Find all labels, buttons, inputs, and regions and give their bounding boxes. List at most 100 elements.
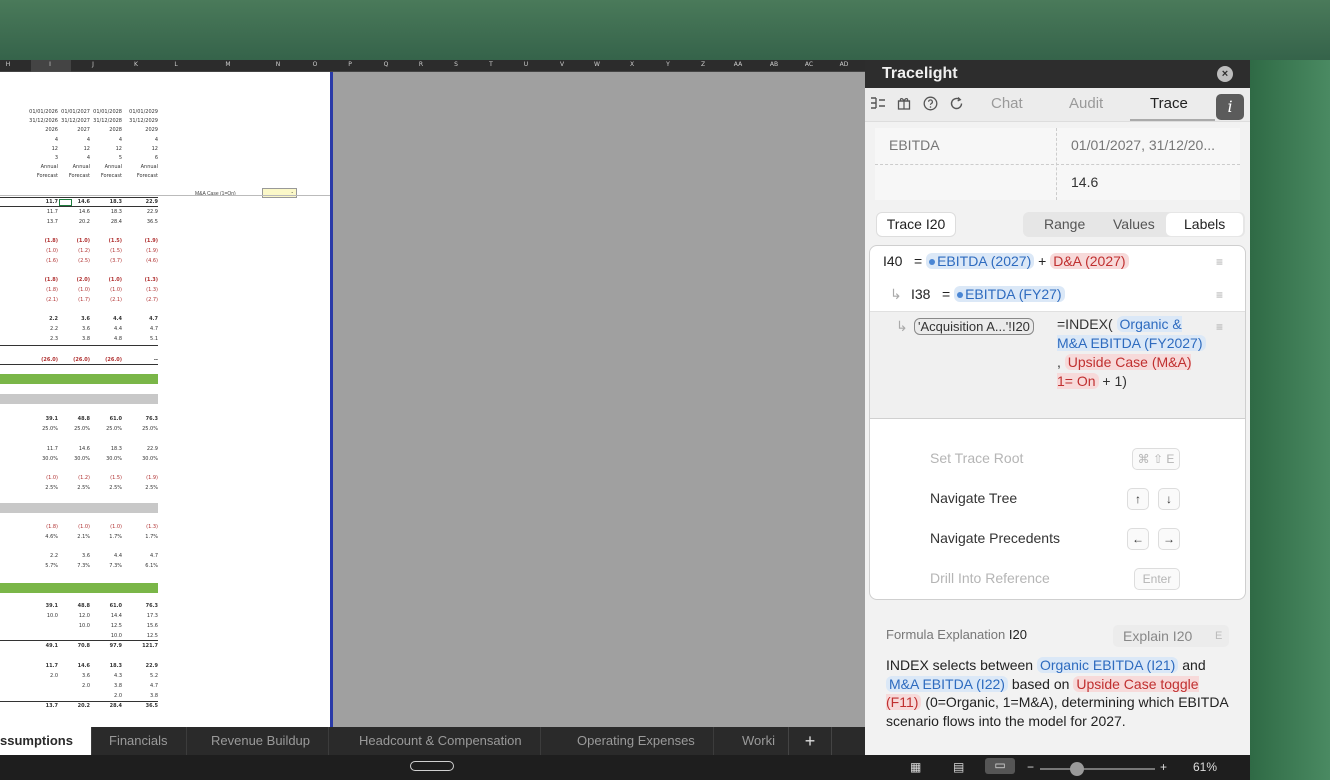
sheet-cell[interactable]: (1.0) [84, 277, 122, 283]
sheet-cell[interactable]: 36.5 [120, 703, 158, 709]
sheet-cell[interactable]: -- [120, 357, 158, 363]
sheet-cell[interactable]: (4.6) [120, 258, 158, 264]
gift-icon[interactable] [896, 96, 912, 112]
sheet-cell[interactable]: 12 [120, 146, 158, 152]
mode-labels[interactable]: Labels [1184, 216, 1225, 232]
sheet-cell[interactable]: 25.0% [120, 426, 158, 432]
sheet-cell[interactable]: 4.4 [84, 316, 122, 322]
page-view-icon[interactable]: ▤ [953, 760, 964, 774]
sheet-cell[interactable]: 01/01/2029 [120, 109, 158, 115]
tab-assumptions[interactable]: ssumptions [0, 727, 92, 755]
tab-trace[interactable]: Trace [1150, 95, 1188, 112]
mode-values[interactable]: Values [1113, 216, 1155, 232]
sheet-cell[interactable]: 31/12/2029 [120, 118, 158, 124]
spreadsheet-canvas[interactable]: H I J K L M N O P Q R S T U V W X Y Z AA AB AC AD M&A Case (1=… [0, 60, 865, 755]
sheet-cell[interactable]: 121.7 [120, 643, 158, 649]
column-header-aa[interactable]: AA [730, 61, 746, 68]
tab-operating-expenses[interactable]: Operating Expenses [559, 727, 714, 755]
column-header-i[interactable]: I [42, 61, 58, 68]
scroll-handle[interactable] [410, 761, 454, 771]
sheet-cell[interactable]: Annual [84, 164, 122, 170]
sheet-cell[interactable]: 22.9 [120, 199, 158, 205]
sheet-cell[interactable]: 30.0% [120, 456, 158, 462]
column-header-s[interactable]: S [448, 61, 464, 68]
column-header-bar[interactable]: H I J K L M N O P Q R S T U V W X Y Z AA AB AC AD [0, 60, 865, 72]
ref-mna-ebitda[interactable]: M&A EBITDA (I22) [886, 675, 1008, 692]
sheet-cell[interactable]: 3.8 [84, 683, 122, 689]
tab-financials[interactable]: Financials [91, 727, 187, 755]
tab-audit[interactable]: Audit [1069, 95, 1103, 112]
sheet-cell[interactable]: 17.3 [120, 613, 158, 619]
mna-case-input[interactable]: - [262, 188, 297, 198]
sheet-cell[interactable]: 5.2 [120, 673, 158, 679]
sheet-cell[interactable]: (1.9) [120, 475, 158, 481]
layout-view-icon[interactable]: ▭ [985, 758, 1015, 774]
sheet-cell[interactable]: 12 [84, 146, 122, 152]
sheet-cell[interactable]: 4.8 [84, 336, 122, 342]
column-header-l[interactable]: L [168, 61, 184, 68]
zoom-level[interactable]: 61% [1193, 760, 1217, 774]
sheet-cell[interactable]: 3.8 [120, 693, 158, 699]
sheet-cell[interactable]: 36.5 [120, 219, 158, 225]
help-icon[interactable] [922, 96, 938, 112]
sheet-cell[interactable]: 14.4 [84, 613, 122, 619]
sheet-cell[interactable]: (3.7) [84, 258, 122, 264]
sheet-cell[interactable]: 4 [84, 137, 122, 143]
tree-row-i20[interactable]: ↳ 'Acquisition A...'!I20 =INDEX( Organic… [870, 311, 1245, 419]
sheet-cell[interactable]: (26.0) [84, 357, 122, 363]
sheet-cell[interactable]: 4.7 [120, 683, 158, 689]
close-icon[interactable]: × [1217, 66, 1233, 82]
sheet-cell[interactable]: 2.5% [120, 485, 158, 491]
sheet-cell[interactable]: 25.0% [84, 426, 122, 432]
sheet-cell[interactable]: 28.4 [84, 703, 122, 709]
sheet-page[interactable]: M&A Case (1=On) - 01/01/2026 01/01/2027 01… [0, 72, 333, 727]
tree-icon[interactable] [870, 96, 886, 112]
sheet-cell[interactable]: (1.5) [84, 248, 122, 254]
sheet-cell[interactable]: 61.0 [84, 416, 122, 422]
column-header-y[interactable]: Y [660, 61, 676, 68]
sheet-cell[interactable]: 22.9 [120, 209, 158, 215]
sheet-cell[interactable]: (1.5) [84, 475, 122, 481]
sheet-reference[interactable]: 'Acquisition A...'!I20 [914, 318, 1034, 335]
explain-button[interactable]: Explain I20 E [1113, 625, 1229, 647]
sheet-cell[interactable]: 61.0 [84, 603, 122, 609]
grid-view-icon[interactable]: ▦ [910, 760, 921, 774]
column-header-u[interactable]: U [518, 61, 534, 68]
zoom-slider[interactable] [1040, 768, 1155, 770]
sheet-cell[interactable]: 76.3 [120, 416, 158, 422]
sheet-cell[interactable]: (1.0) [84, 524, 122, 530]
column-header-m[interactable]: M [220, 61, 236, 68]
ref-organic-ebitda[interactable]: Organic EBITDA (I21) [1036, 657, 1179, 673]
sheet-cell[interactable]: 18.3 [84, 446, 122, 452]
sheet-cell[interactable]: 28.4 [84, 219, 122, 225]
sheet-cell[interactable]: 18.3 [84, 199, 122, 205]
sheet-cell[interactable]: Forecast [84, 173, 122, 179]
sheet-cell[interactable]: 31/12/2028 [84, 118, 122, 124]
sheet-cell[interactable]: 30.0% [84, 456, 122, 462]
sheet-cell[interactable]: 22.9 [120, 446, 158, 452]
sheet-cell[interactable]: 76.3 [120, 603, 158, 609]
column-header-ac[interactable]: AC [801, 61, 817, 68]
sheet-cell[interactable]: 1.7% [120, 534, 158, 540]
column-header-j[interactable]: J [85, 61, 101, 68]
column-header-o[interactable]: O [307, 61, 323, 68]
sheet-cell[interactable]: (1.3) [120, 277, 158, 283]
sheet-cell[interactable]: (1.9) [120, 238, 158, 244]
sheet-cell[interactable]: 12.5 [84, 623, 122, 629]
sheet-cell[interactable]: (1.0) [84, 287, 122, 293]
column-header-t[interactable]: T [483, 61, 499, 68]
sheet-cell[interactable]: 15.6 [120, 623, 158, 629]
sheet-cell[interactable]: 6.1% [120, 563, 158, 569]
precedent-da-2027[interactable]: D&A (2027) [1050, 253, 1129, 269]
sheet-cell[interactable]: 2.5% [84, 485, 122, 491]
sheet-cell[interactable]: 4 [120, 137, 158, 143]
sheet-cell[interactable]: (1.9) [120, 248, 158, 254]
refresh-icon[interactable] [948, 96, 964, 112]
wrap-icon[interactable]: ≡ [1216, 255, 1223, 269]
column-header-v[interactable]: V [554, 61, 570, 68]
column-header-k[interactable]: K [128, 61, 144, 68]
tab-working-capital[interactable]: Worki [724, 727, 788, 755]
column-header-x[interactable]: X [624, 61, 640, 68]
sheet-cell[interactable]: 6 [120, 155, 158, 161]
column-header-w[interactable]: W [589, 61, 605, 68]
